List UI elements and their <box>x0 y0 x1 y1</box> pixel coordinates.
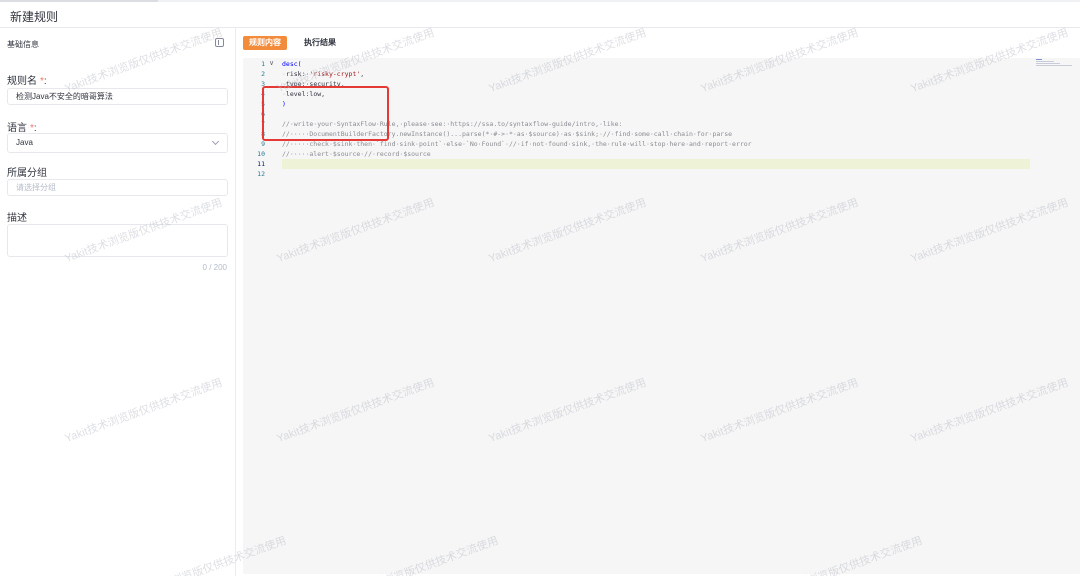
line-number: 9 <box>261 140 265 148</box>
group-placeholder: 请选择分组 <box>16 183 56 192</box>
rule-name-input[interactable]: 检测Java不安全的暗哥算法 <box>7 88 228 105</box>
page-header: 新建规则 <box>0 0 1080 28</box>
basic-info-panel: 基础信息 规则名 *: 检测Java不安全的暗哥算法 语言 *: Java 所属分组… <box>0 28 236 576</box>
description-counter: 0 / 200 <box>202 263 227 272</box>
line-number: 12 <box>257 170 265 178</box>
code-line: desc( <box>282 60 302 68</box>
code-line: ·risk:·'risky-crypt', <box>282 70 365 78</box>
line-number: 11 <box>257 160 265 168</box>
current-line-highlight <box>282 159 1030 169</box>
collapse-panel-icon[interactable] <box>215 38 224 47</box>
rule-editor-window: 新建规则 基础信息 规则名 *: 检测Java不安全的暗哥算法 语言 *: Java… <box>0 0 1080 576</box>
fold-chevron-icon[interactable]: ∨ <box>269 59 274 69</box>
language-label: 语言 *: <box>7 123 37 134</box>
chevron-down-icon <box>211 137 220 146</box>
tab-execution-result[interactable]: 执行结果 <box>298 36 342 50</box>
description-textarea[interactable] <box>7 224 228 257</box>
tab-rule-content[interactable]: 规则内容 <box>243 36 287 50</box>
annotation-highlight-box <box>262 86 389 141</box>
code-editor[interactable]: 1 2 3 4 5 6 7 8 9 10 11 12 ∨ desc( ·risk… <box>243 58 1080 574</box>
language-select[interactable]: Java <box>7 133 228 153</box>
code-line: //·····alert·$source·//·record·$source <box>282 150 431 158</box>
rule-content-panel: 规则内容 执行结果 1 2 3 4 5 6 7 8 9 10 11 12 ∨ d… <box>236 28 1080 576</box>
line-number: 10 <box>257 150 265 158</box>
group-select[interactable]: 请选择分组 <box>7 179 228 196</box>
group-label: 所属分组 <box>7 168 47 179</box>
page-title: 新建规则 <box>10 10 59 24</box>
editor-minimap[interactable] <box>1034 58 1080 70</box>
line-number: 1 <box>261 60 265 68</box>
section-title: 基础信息 <box>7 40 39 49</box>
rule-name-value: 检测Java不安全的暗哥算法 <box>16 92 113 101</box>
description-label: 描述 <box>7 213 27 224</box>
top-tab-strip <box>0 0 1080 2</box>
language-value: Java <box>16 138 33 147</box>
rule-name-label: 规则名 *: <box>7 76 47 87</box>
line-number: 2 <box>261 70 265 78</box>
